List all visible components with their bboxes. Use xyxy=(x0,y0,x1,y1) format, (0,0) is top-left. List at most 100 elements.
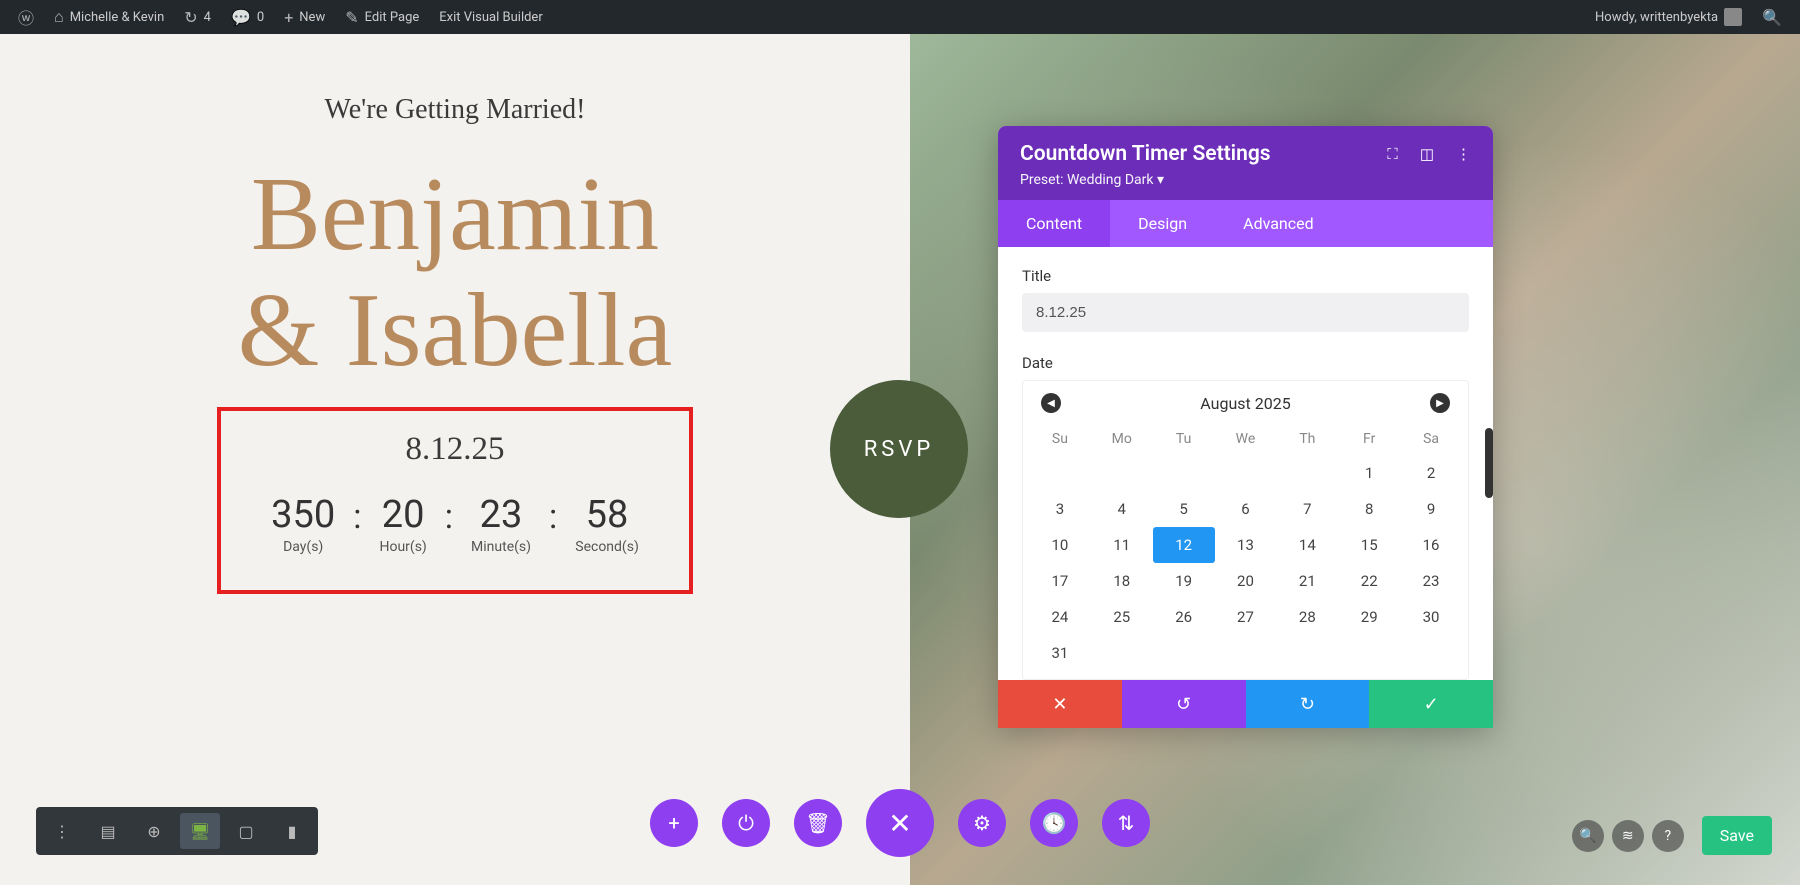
calendar-day[interactable]: 2 xyxy=(1400,455,1462,491)
title-input[interactable] xyxy=(1022,293,1469,332)
edit-page-link[interactable]: ✎Edit Page xyxy=(335,0,429,34)
calendar-day[interactable]: 7 xyxy=(1276,491,1338,527)
menu-icon[interactable]: ⋮ xyxy=(42,813,82,849)
settings-actions: ✕ ↺ ↻ ✓ xyxy=(998,680,1493,728)
calendar-day[interactable]: 4 xyxy=(1091,491,1153,527)
settings-undo-button[interactable]: ↺ xyxy=(1122,680,1246,728)
tablet-view[interactable]: ▢ xyxy=(226,813,266,849)
calendar-day[interactable]: 13 xyxy=(1215,527,1277,563)
more-icon[interactable]: ⋮ xyxy=(1456,145,1471,163)
tab-design[interactable]: Design xyxy=(1110,200,1215,247)
calendar-day[interactable]: 6 xyxy=(1215,491,1277,527)
history-button[interactable]: 🕓 xyxy=(1030,799,1078,847)
site-name: Michelle & Kevin xyxy=(70,10,165,25)
calendar-prev[interactable]: ◀ xyxy=(1041,393,1061,413)
countdown-module[interactable]: 8.12.25 350Day(s) : 20Hour(s) : 23Minute… xyxy=(217,407,693,594)
calendar-day[interactable]: 30 xyxy=(1400,599,1462,635)
countdown-hours: 20 xyxy=(379,493,426,537)
calendar-day[interactable]: 17 xyxy=(1029,563,1091,599)
update-icon: ↻ xyxy=(184,8,197,27)
calendar-day[interactable]: 11 xyxy=(1091,527,1153,563)
calendar-day[interactable]: 20 xyxy=(1215,563,1277,599)
calendar-day[interactable]: 22 xyxy=(1338,563,1400,599)
search-toggle[interactable]: 🔍 xyxy=(1752,0,1792,34)
calendar-day[interactable]: 24 xyxy=(1029,599,1091,635)
wireframe-view[interactable]: ▤ xyxy=(88,813,128,849)
comments-link[interactable]: 💬0 xyxy=(221,0,274,34)
calendar-day[interactable]: 28 xyxy=(1276,599,1338,635)
hero-subtitle: We're Getting Married! xyxy=(325,94,586,126)
preset-selector[interactable]: Preset: Wedding Dark ▾ xyxy=(1020,172,1471,188)
date-field-label: Date xyxy=(1022,354,1469,372)
updates-link[interactable]: ↻4 xyxy=(174,0,221,34)
calendar-dow: Tu xyxy=(1153,423,1215,455)
settings-redo-button[interactable]: ↻ xyxy=(1246,680,1370,728)
settings-scrollbar[interactable] xyxy=(1485,428,1493,498)
wp-admin-bar: ⓦ ⌂ Michelle & Kevin ↻4 💬0 +New ✎Edit Pag… xyxy=(0,0,1800,34)
calendar-day[interactable]: 14 xyxy=(1276,527,1338,563)
save-button[interactable]: Save xyxy=(1702,816,1772,855)
calendar-day[interactable]: 9 xyxy=(1400,491,1462,527)
calendar-dow: We xyxy=(1215,423,1277,455)
settings-tabs: Content Design Advanced xyxy=(998,200,1493,247)
countdown-seconds: 58 xyxy=(575,493,639,537)
snap-icon[interactable]: ◫ xyxy=(1420,145,1434,163)
countdown-days: 350 xyxy=(271,493,335,537)
new-content-link[interactable]: +New xyxy=(274,0,335,34)
title-field-label: Title xyxy=(1022,267,1469,285)
calendar-day[interactable]: 31 xyxy=(1029,635,1091,671)
calendar-day[interactable]: 5 xyxy=(1153,491,1215,527)
layers-icon[interactable]: ≋ xyxy=(1612,820,1644,852)
calendar-day[interactable]: 3 xyxy=(1029,491,1091,527)
help-icon[interactable]: ? xyxy=(1652,820,1684,852)
rsvp-button[interactable]: RSVP xyxy=(830,380,968,518)
calendar-day[interactable]: 15 xyxy=(1338,527,1400,563)
howdy-user[interactable]: Howdy, writtenbyekta xyxy=(1585,0,1752,34)
calendar-day[interactable]: 29 xyxy=(1338,599,1400,635)
pencil-icon: ✎ xyxy=(345,8,358,27)
wp-logo[interactable]: ⓦ xyxy=(8,0,44,34)
settings-button[interactable]: ⚙ xyxy=(958,799,1006,847)
power-button[interactable]: ⏻ xyxy=(722,799,770,847)
calendar-day[interactable]: 18 xyxy=(1091,563,1153,599)
calendar-day[interactable]: 27 xyxy=(1215,599,1277,635)
calendar-day[interactable]: 8 xyxy=(1338,491,1400,527)
desktop-view[interactable]: 🖥 xyxy=(180,813,220,849)
tab-advanced[interactable]: Advanced xyxy=(1215,200,1342,247)
settings-header[interactable]: Countdown Timer Settings ⛶ ◫ ⋮ Preset: W… xyxy=(998,126,1493,200)
save-toolbar: 🔍 ≋ ? Save xyxy=(1572,816,1772,855)
settings-close-button[interactable]: ✕ xyxy=(998,680,1122,728)
comment-icon: 💬 xyxy=(231,8,251,27)
date-picker: ◀ August 2025 ▶ SuMoTuWeThFrSa.....12345… xyxy=(1022,380,1469,680)
exit-visual-builder[interactable]: Exit Visual Builder xyxy=(429,0,552,34)
calendar-day[interactable]: 19 xyxy=(1153,563,1215,599)
site-name-link[interactable]: ⌂ Michelle & Kevin xyxy=(44,0,174,34)
calendar-day[interactable]: 1 xyxy=(1338,455,1400,491)
view-toolbar: ⋮ ▤ ⊕ 🖥 ▢ ▮ xyxy=(36,807,318,855)
search-icon: 🔍 xyxy=(1762,8,1782,27)
calendar-day[interactable]: 21 xyxy=(1276,563,1338,599)
zoom-view[interactable]: ⊕ xyxy=(134,813,174,849)
hero-names: Benjamin & Isabella xyxy=(238,156,672,387)
close-builder-button[interactable]: ✕ xyxy=(866,789,934,857)
calendar-day[interactable]: 23 xyxy=(1400,563,1462,599)
phone-view[interactable]: ▮ xyxy=(272,813,312,849)
calendar-next[interactable]: ▶ xyxy=(1430,393,1450,413)
expand-icon[interactable]: ⛶ xyxy=(1387,145,1398,163)
calendar-day[interactable]: 25 xyxy=(1091,599,1153,635)
tab-content[interactable]: Content xyxy=(998,200,1110,247)
calendar-day[interactable]: 26 xyxy=(1153,599,1215,635)
sort-button[interactable]: ⇅ xyxy=(1102,799,1150,847)
calendar-dow: Th xyxy=(1276,423,1338,455)
calendar-day[interactable]: 10 xyxy=(1029,527,1091,563)
settings-confirm-button[interactable]: ✓ xyxy=(1369,680,1493,728)
calendar-day[interactable]: 16 xyxy=(1400,527,1462,563)
add-button[interactable]: + xyxy=(650,799,698,847)
home-icon: ⌂ xyxy=(54,7,64,27)
calendar-dow: Sa xyxy=(1400,423,1462,455)
trash-button[interactable]: 🗑 xyxy=(794,799,842,847)
find-icon[interactable]: 🔍 xyxy=(1572,820,1604,852)
calendar-dow: Mo xyxy=(1091,423,1153,455)
calendar-day[interactable]: 12 xyxy=(1153,527,1215,563)
settings-body: Title Date ◀ August 2025 ▶ SuMoTuWeThFrS… xyxy=(998,247,1493,680)
